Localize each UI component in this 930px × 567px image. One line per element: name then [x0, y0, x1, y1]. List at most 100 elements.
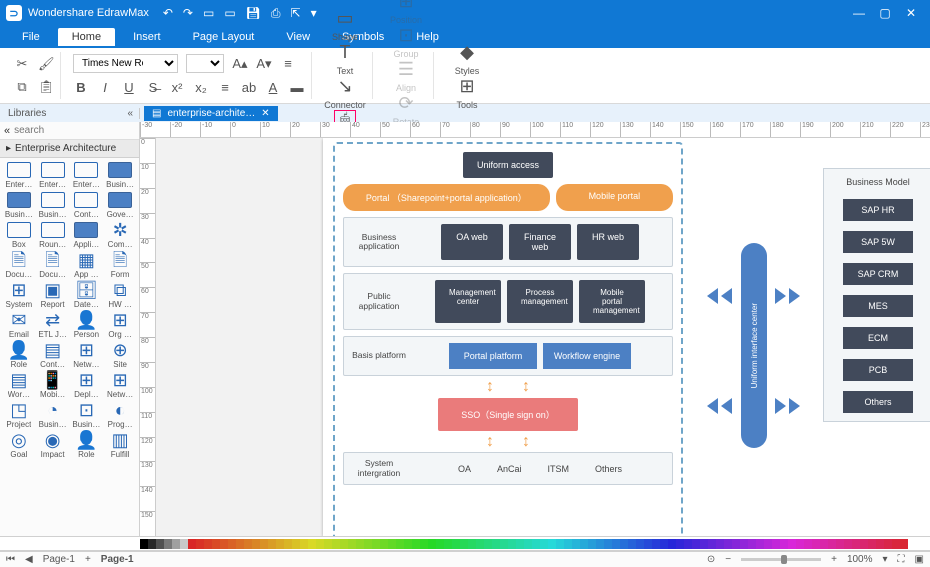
sso-box[interactable]: SSO（Single sign on）	[438, 398, 578, 431]
portal-app-box[interactable]: Portal （Sharepoint+portal application）	[343, 184, 550, 211]
bm-item[interactable]: Others	[843, 391, 913, 413]
basis-platform-section[interactable]: Basis platform Portal platform Workflow …	[343, 336, 673, 376]
library-shape[interactable]: Roun…	[38, 222, 68, 250]
workflow-engine-box[interactable]: Workflow engine	[543, 343, 631, 369]
library-shape[interactable]: ⊞Netw…	[105, 372, 135, 400]
oa-web-box[interactable]: OA web	[441, 224, 503, 260]
canvas[interactable]: Uniform access Portal （Sharepoint+portal…	[156, 138, 930, 536]
export-icon[interactable]: ⇱	[291, 6, 301, 21]
library-shape[interactable]: ◳Project	[4, 402, 34, 430]
library-shape[interactable]: ▦App …	[72, 252, 102, 280]
library-category[interactable]: ▸Enterprise Architecture	[0, 140, 139, 158]
portal-platform-box[interactable]: Portal platform	[449, 343, 537, 369]
minimize-button[interactable]: —	[846, 6, 872, 20]
library-shape[interactable]: ▣Report	[38, 282, 68, 310]
library-shape[interactable]: Enter…	[38, 162, 68, 190]
library-shape[interactable]: ⊞Netw…	[72, 342, 102, 370]
page[interactable]: Uniform access Portal （Sharepoint+portal…	[323, 138, 930, 536]
library-shape[interactable]: 👤Role	[4, 342, 34, 370]
library-shape[interactable]: ▤Cont…	[38, 342, 68, 370]
highlight-icon[interactable]: ▬	[289, 80, 305, 95]
library-shape[interactable]: ▤Wor…	[4, 372, 34, 400]
close-tab-icon[interactable]: ✕	[261, 108, 269, 119]
italic-icon[interactable]: I	[97, 80, 113, 95]
library-shape[interactable]: ✲Com…	[105, 222, 135, 250]
business-app-section[interactable]: Business application OA web Finance web …	[343, 217, 673, 267]
library-shape[interactable]: ⇄ETL J…	[38, 312, 68, 340]
align-button[interactable]: ☰Align	[385, 59, 427, 93]
finance-web-box[interactable]: Finance web	[509, 224, 571, 260]
library-shape[interactable]: ◔Busin…	[38, 402, 68, 430]
document-tab[interactable]: ▤ enterprise-archite… ✕	[144, 106, 278, 121]
maximize-button[interactable]: ▢	[872, 6, 898, 20]
hr-web-box[interactable]: HR web	[577, 224, 639, 260]
bm-item[interactable]: SAP 5W	[843, 231, 913, 253]
library-shape[interactable]: ◎Goal	[4, 432, 34, 460]
font-size-select[interactable]: 12	[186, 54, 224, 73]
fullscreen-icon[interactable]: ▣	[915, 554, 924, 565]
library-shape[interactable]: ◐Prog…	[105, 402, 135, 430]
library-shape[interactable]: 🗎Docu…	[4, 252, 34, 280]
group-button[interactable]: ⊡Group	[385, 25, 427, 59]
font-family-select[interactable]: Times New Roman	[73, 54, 178, 73]
menu-insert[interactable]: Insert	[119, 28, 175, 46]
library-shape[interactable]: ⊞System	[4, 282, 34, 310]
subscript-icon[interactable]: x₂	[193, 80, 209, 95]
bm-item[interactable]: SAP HR	[843, 199, 913, 221]
library-shape[interactable]: Cont…	[72, 192, 102, 220]
menu-file[interactable]: File	[8, 28, 54, 46]
menu-view[interactable]: View	[272, 28, 324, 46]
open-icon[interactable]: ▭	[224, 6, 235, 21]
library-shape[interactable]: Busin…	[38, 192, 68, 220]
format-painter-icon[interactable]: 🖌	[38, 56, 54, 72]
collapse-libs-icon[interactable]: «	[127, 108, 133, 119]
search-input[interactable]	[14, 125, 146, 136]
copy-icon[interactable]: ⧉	[14, 79, 30, 95]
library-shape[interactable]: Box	[4, 222, 34, 250]
library-shape[interactable]: 🗎Form	[105, 252, 135, 280]
connector-button[interactable]: ↘Connector	[324, 76, 366, 110]
position-button[interactable]: ⊞Position	[385, 0, 427, 25]
superscript-icon[interactable]: x²	[169, 80, 185, 95]
spacing-icon[interactable]: ab	[241, 80, 257, 95]
align-icon[interactable]: ≡	[280, 56, 296, 71]
undo-icon[interactable]: ↶	[163, 6, 173, 21]
close-button[interactable]: ✕	[898, 6, 924, 20]
collapse-search-icon[interactable]: «	[4, 125, 10, 137]
zoom-fit-icon[interactable]: ⊙	[707, 554, 715, 565]
library-shape[interactable]: 🗄Date…	[72, 282, 102, 310]
library-shape[interactable]: ◉Impact	[38, 432, 68, 460]
diagram-container[interactable]: Uniform access Portal （Sharepoint+portal…	[333, 142, 683, 536]
fit-page-icon[interactable]: ⛶	[898, 554, 905, 565]
library-shape[interactable]: 🗎Docu…	[38, 252, 68, 280]
bm-item[interactable]: PCB	[843, 359, 913, 381]
text-button[interactable]: TText	[324, 42, 366, 76]
zoom-dropdown-icon[interactable]: ▾	[883, 554, 888, 565]
library-shape[interactable]: Enter…	[72, 162, 102, 190]
menu-home[interactable]: Home	[58, 28, 115, 46]
library-shape[interactable]: Appli…	[72, 222, 102, 250]
library-shape[interactable]: 👤Person	[72, 312, 102, 340]
bm-item[interactable]: ECM	[843, 327, 913, 349]
library-shape[interactable]: ⊡Busin…	[72, 402, 102, 430]
library-shape[interactable]: Enter…	[4, 162, 34, 190]
paste-icon[interactable]: 📋︎	[38, 79, 54, 95]
prev-page-icon[interactable]: ◀	[25, 554, 33, 565]
first-page-icon[interactable]: ⏮	[6, 554, 15, 565]
library-shape[interactable]: Busin…	[4, 192, 34, 220]
redo-icon[interactable]: ↷	[183, 6, 193, 21]
bold-icon[interactable]: B	[73, 80, 89, 95]
increase-font-icon[interactable]: A▴	[232, 56, 248, 72]
system-integration-section[interactable]: System intergration OA AnCai ITSM Others	[343, 452, 673, 485]
zoom-slider[interactable]	[741, 558, 821, 561]
public-app-section[interactable]: Public application Management center Pro…	[343, 273, 673, 330]
dropdown-icon[interactable]: ▾	[311, 6, 317, 21]
add-page-icon[interactable]: +	[85, 554, 91, 565]
bullet-icon[interactable]: ≡	[217, 80, 233, 95]
process-mgmt-box[interactable]: Process management	[507, 280, 573, 323]
menu-page-layout[interactable]: Page Layout	[179, 28, 269, 46]
zoom-in-icon[interactable]: +	[831, 554, 837, 565]
library-shape[interactable]: 👤Role	[72, 432, 102, 460]
underline-icon[interactable]: U	[121, 80, 137, 95]
library-shape[interactable]: ⊞Depl…	[72, 372, 102, 400]
